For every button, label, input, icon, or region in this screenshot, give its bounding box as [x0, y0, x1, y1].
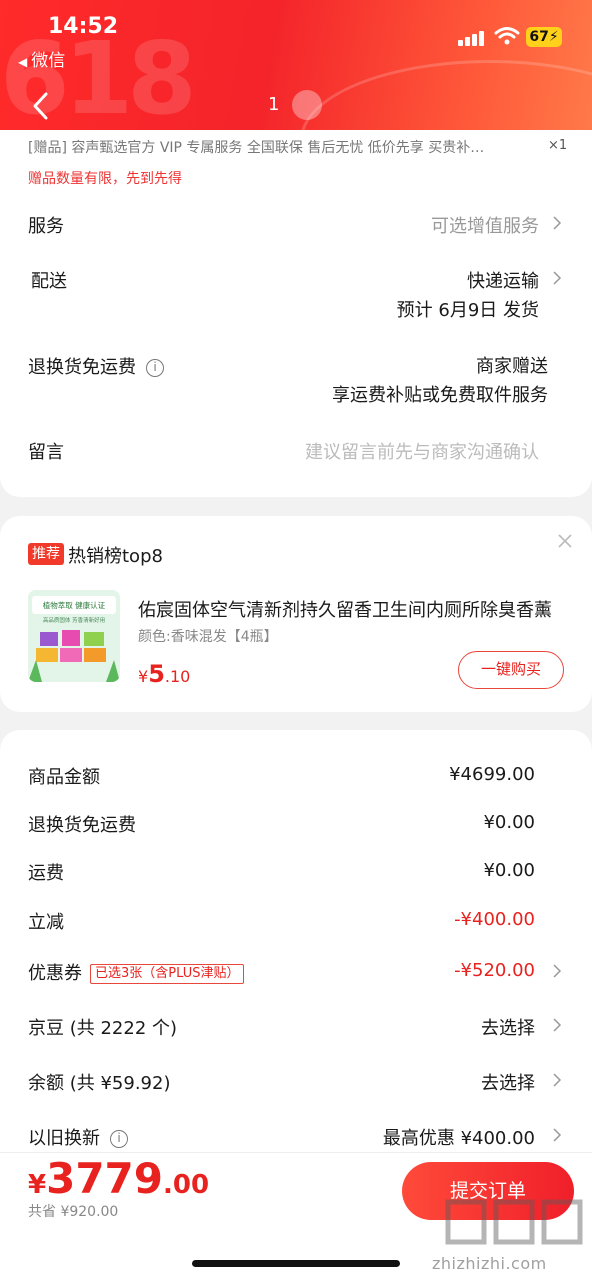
product-image: 植物萃取 健康认证 高品质固体 芳香清新好用 [28, 590, 120, 682]
product-name[interactable]: 佑宸固体空气清新剂持久留香卫生间内厕所除臭香薰 [138, 596, 566, 622]
site-watermark-logo [445, 1199, 583, 1245]
signal-icon [458, 28, 488, 46]
price-summary-card [0, 730, 592, 1170]
balance-select[interactable]: 去选择 [481, 1069, 535, 1095]
chevron-right-icon [553, 1128, 562, 1142]
chevron-right-icon [553, 1018, 562, 1032]
price-symbol: ¥ [138, 667, 149, 686]
product-price: ¥5.10 [138, 660, 190, 688]
summary-value-return: ¥0.00 [483, 812, 535, 833]
back-to-app-link[interactable]: ◀ 微信 [18, 46, 65, 71]
back-app-label: 微信 [31, 51, 66, 71]
battery-level: 67 [529, 29, 549, 45]
thumb-title: 植物萃取 健康认证 [43, 600, 106, 610]
delivery-value[interactable]: 快递运输 [467, 267, 539, 293]
service-value[interactable]: 可选增值服务 [431, 212, 539, 238]
product-spec: 颜色:香味混发【4瓶】 [138, 629, 278, 645]
close-icon[interactable] [556, 532, 574, 550]
summary-value-freight: ¥0.00 [483, 860, 535, 881]
summary-label-return: 退换货免运费 [28, 815, 136, 836]
one-click-buy-button[interactable]: 一键购买 [458, 651, 564, 689]
price-decimal: .10 [164, 667, 191, 686]
return-shipping-text: 退换货免运费 [28, 357, 136, 378]
saved-amount: 共省 ¥920.00 [28, 1204, 119, 1220]
coupon-label-text: 优惠券 [28, 963, 82, 984]
gift-limit-note: 赠品数量有限，先到先得 [28, 171, 182, 187]
charging-icon: ⚡ [548, 29, 559, 45]
product-thumbnail[interactable]: 植物萃取 健康认证 高品质固体 芳香清新好用 [28, 590, 120, 682]
summary-value-coupon[interactable]: -¥520.00 [454, 960, 535, 981]
info-icon[interactable]: i [146, 359, 164, 377]
message-input[interactable]: 建议留言前先与商家沟通确认 [305, 438, 539, 464]
price-integer: 5 [148, 660, 165, 688]
back-triangle-icon: ◀ [18, 55, 28, 69]
chevron-right-icon [553, 1073, 562, 1087]
return-shipping-sub: 享运费补贴或免费取件服务 [332, 385, 548, 406]
total-currency: ¥ [28, 1170, 47, 1200]
summary-label-jingdou: 京豆 (共 2222 个) [28, 1018, 178, 1039]
chevron-right-icon [553, 216, 562, 230]
status-time: 14:52 [48, 14, 119, 39]
wifi-icon [494, 27, 520, 45]
delivery-label: 配送 [31, 271, 67, 292]
summary-label-tradein: 以旧换新 i [28, 1124, 128, 1150]
total-decimal: .00 [163, 1170, 210, 1200]
recommend-tag: 推荐 [28, 543, 64, 565]
summary-value-discount: -¥400.00 [454, 909, 535, 930]
coupon-selected-tag: 已选3张（含PLUS津贴） [90, 964, 245, 984]
summary-label-freight: 运费 [28, 863, 64, 884]
camera-icon[interactable] [292, 90, 322, 120]
summary-label-discount: 立减 [28, 912, 64, 933]
gift-quantity: ×1 [548, 138, 568, 153]
gift-item-text: [赠品] 容声甄选官方 VIP 专属服务 全国联保 售后无忧 低价先享 买贵补… [28, 140, 485, 156]
tradein-text: 以旧换新 [28, 1128, 100, 1149]
page-indicator: 1 [268, 94, 280, 115]
total-integer: 3779 [46, 1154, 163, 1203]
hot-list-title: 热销榜top8 [68, 546, 163, 567]
watermark-domain: zhizhizhi.com [432, 1254, 547, 1273]
summary-label-goods: 商品金额 [28, 767, 100, 788]
tradein-value[interactable]: 最高优惠 ¥400.00 [383, 1124, 535, 1150]
summary-value-goods: ¥4699.00 [449, 764, 535, 785]
chevron-right-icon [553, 271, 562, 285]
home-indicator[interactable] [192, 1260, 400, 1267]
return-shipping-value: 商家赠送 [476, 356, 548, 377]
message-label: 留言 [28, 442, 64, 463]
service-label: 服务 [28, 216, 64, 237]
battery-indicator: 67⚡ [526, 27, 562, 47]
delivery-estimate: 预计 6月9日 发货 [396, 300, 539, 321]
summary-label-balance: 余额 (共 ¥59.92) [28, 1073, 171, 1094]
jingdou-select[interactable]: 去选择 [481, 1014, 535, 1040]
thumb-subtitle: 高品质固体 芳香清新好用 [43, 616, 105, 624]
info-icon[interactable]: i [110, 1130, 128, 1148]
chevron-right-icon [553, 964, 562, 978]
summary-label-coupon[interactable]: 优惠券 已选3张（含PLUS津贴） [28, 959, 245, 985]
return-shipping-label: 退换货免运费 i [28, 353, 164, 379]
back-arrow-icon[interactable] [28, 86, 54, 126]
total-price: ¥3779.00 [28, 1154, 209, 1203]
decorative-arc [300, 60, 592, 138]
